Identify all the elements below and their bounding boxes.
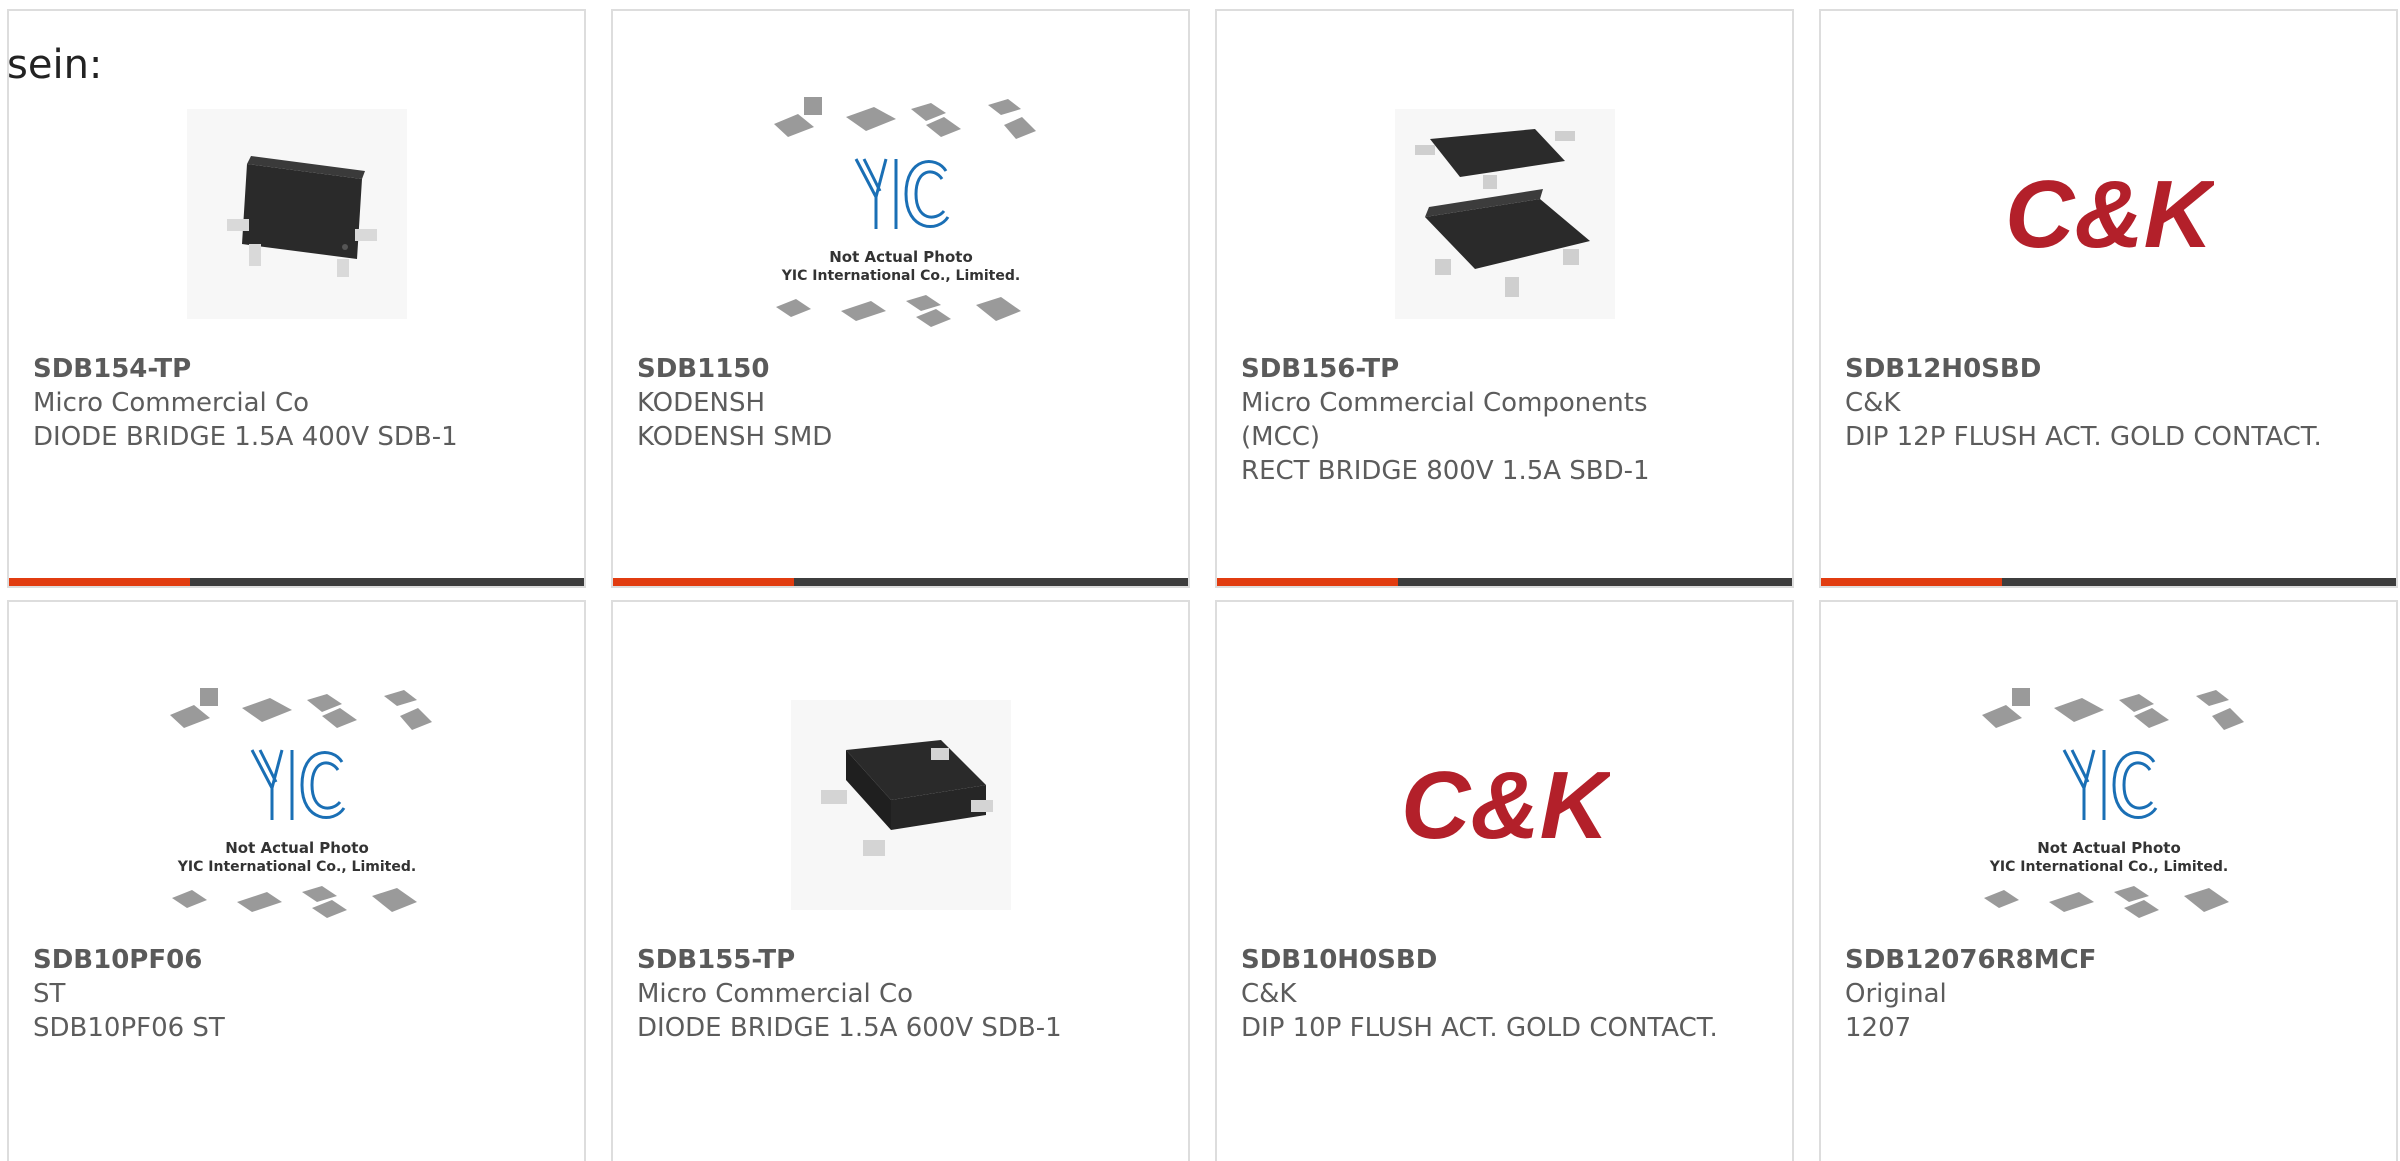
product-image[interactable] <box>162 79 432 349</box>
description: DIODE BRIDGE 1.5A 400V SDB-1 <box>33 422 458 452</box>
description: SDB10PF06 ST <box>33 1013 225 1043</box>
product-image[interactable]: Not Actual Photo YIC International Co., … <box>162 670 432 940</box>
placeholder-caption-line1: Not Actual Photo <box>225 839 369 857</box>
ck-logo-image: C&K <box>2005 161 2214 268</box>
placeholder-caption-line2: YIC International Co., Limited. <box>1988 859 2227 875</box>
product-card[interactable]: SDB156-TP Micro Commercial Components (M… <box>1215 9 1794 588</box>
yic-placeholder-image: Not Actual Photo YIC International Co., … <box>773 97 1036 327</box>
manufacturer: Original <box>1845 979 1947 1009</box>
product-info: SDB12076R8MCF Original 1207 <box>1845 943 2326 1045</box>
product-card[interactable]: Not Actual Photo YIC International Co., … <box>611 9 1190 588</box>
manufacturer: ST <box>33 979 66 1009</box>
product-card[interactable]: SDB155-TP Micro Commercial Co DIODE BRID… <box>611 600 1190 1161</box>
manufacturer: C&K <box>1241 979 1297 1009</box>
part-number[interactable]: SDB10H0SBD <box>1241 943 1722 977</box>
product-info: SDB12H0SBD C&K DIP 12P FLUSH ACT. GOLD C… <box>1845 352 2326 454</box>
bridge-chip-image <box>790 700 1011 910</box>
intro-text: sein: <box>7 42 103 88</box>
product-image[interactable]: Not Actual Photo YIC International Co., … <box>1974 670 2244 940</box>
product-info: SDB156-TP Micro Commercial Components (M… <box>1241 352 1722 488</box>
placeholder-caption-line1: Not Actual Photo <box>2037 839 2181 857</box>
manufacturer: Micro Commercial Components (MCC) <box>1241 388 1648 452</box>
part-number[interactable]: SDB155-TP <box>637 943 1118 977</box>
placeholder-caption-line1: Not Actual Photo <box>829 248 973 266</box>
description: 1207 <box>1845 1013 1912 1043</box>
product-info: SDB10H0SBD C&K DIP 10P FLUSH ACT. GOLD C… <box>1241 943 1722 1045</box>
card-accent <box>1217 578 1398 586</box>
placeholder-caption-line2: YIC International Co., Limited. <box>176 859 415 875</box>
part-number[interactable]: SDB12H0SBD <box>1845 352 2326 386</box>
part-number[interactable]: SDB12076R8MCF <box>1845 943 2326 977</box>
product-grid: SDB154-TP Micro Commercial Co DIODE BRID… <box>7 9 2398 1161</box>
description: DIP 10P FLUSH ACT. GOLD CONTACT. <box>1241 1013 1718 1043</box>
product-image[interactable] <box>1370 79 1640 349</box>
product-listing-page: sein: SDB154-TP Micro Commercial Co DIOD… <box>0 0 2400 1161</box>
card-footer-bar <box>613 578 1188 586</box>
product-image[interactable]: C&K <box>1974 79 2244 349</box>
manufacturer: Micro Commercial Co <box>637 979 914 1009</box>
yic-placeholder-image: Not Actual Photo YIC International Co., … <box>169 688 432 918</box>
card-footer-bar <box>1821 578 2396 586</box>
card-accent <box>1821 578 2002 586</box>
card-accent <box>613 578 794 586</box>
card-footer-bar <box>1217 578 1792 586</box>
manufacturer: Micro Commercial Co <box>33 388 310 418</box>
product-card[interactable]: Not Actual Photo YIC International Co., … <box>1819 600 2398 1161</box>
product-card[interactable]: SDB154-TP Micro Commercial Co DIODE BRID… <box>7 9 586 588</box>
description: RECT BRIDGE 800V 1.5A SBD-1 <box>1241 456 1650 486</box>
ck-logo-text: C&K <box>2005 161 2214 268</box>
product-image[interactable]: C&K <box>1370 670 1640 940</box>
ck-logo-text: C&K <box>1401 752 1610 859</box>
bridge-chip-pair-image <box>1394 109 1615 319</box>
card-footer-bar <box>9 578 584 586</box>
manufacturer: C&K <box>1845 388 1901 418</box>
part-number[interactable]: SDB154-TP <box>33 352 514 386</box>
description: DIODE BRIDGE 1.5A 600V SDB-1 <box>637 1013 1062 1043</box>
part-number[interactable]: SDB1150 <box>637 352 1118 386</box>
product-info: SDB155-TP Micro Commercial Co DIODE BRID… <box>637 943 1118 1045</box>
product-card[interactable]: C&K SDB10H0SBD C&K DIP 10P FLUSH ACT. GO… <box>1215 600 1794 1161</box>
product-info: SDB10PF06 ST SDB10PF06 ST <box>33 943 514 1045</box>
part-number[interactable]: SDB156-TP <box>1241 352 1722 386</box>
description: KODENSH SMD <box>637 422 833 452</box>
part-number[interactable]: SDB10PF06 <box>33 943 514 977</box>
product-image[interactable]: Not Actual Photo YIC International Co., … <box>766 79 1036 349</box>
product-info: SDB154-TP Micro Commercial Co DIODE BRID… <box>33 352 514 454</box>
yic-placeholder-image: Not Actual Photo YIC International Co., … <box>1981 688 2244 918</box>
description: DIP 12P FLUSH ACT. GOLD CONTACT. <box>1845 422 2322 452</box>
product-card[interactable]: Not Actual Photo YIC International Co., … <box>7 600 586 1161</box>
placeholder-caption-line2: YIC International Co., Limited. <box>780 268 1019 284</box>
card-accent <box>9 578 190 586</box>
product-card[interactable]: C&K SDB12H0SBD C&K DIP 12P FLUSH ACT. GO… <box>1819 9 2398 588</box>
manufacturer: KODENSH <box>637 388 766 418</box>
bridge-chip-image <box>186 109 407 319</box>
product-info: SDB1150 KODENSH KODENSH SMD <box>637 352 1118 454</box>
ck-logo-image: C&K <box>1401 752 1610 859</box>
product-image[interactable] <box>766 670 1036 940</box>
